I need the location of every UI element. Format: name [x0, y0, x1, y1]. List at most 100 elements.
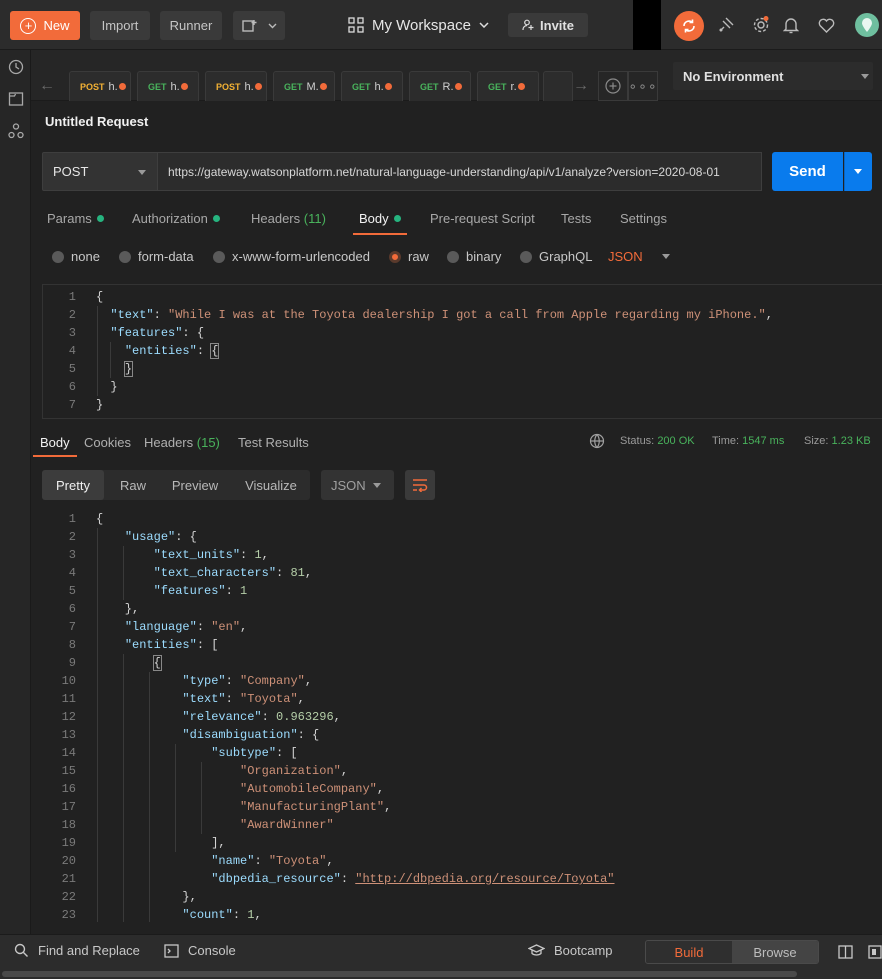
tab-method: POST — [80, 81, 105, 92]
sidebar-toggle-icon[interactable] — [868, 945, 882, 959]
request-tab[interactable]: GET h. — [341, 71, 403, 101]
build-mode-button[interactable]: Build — [646, 941, 732, 963]
tab-method: GET — [420, 81, 439, 92]
response-tab-test-results[interactable]: Test Results — [238, 435, 309, 450]
invite-button[interactable]: Invite — [508, 13, 588, 37]
request-tab[interactable]: GET M. — [273, 71, 335, 101]
globe-icon[interactable] — [589, 433, 605, 449]
response-body-viewer[interactable]: 1 2 3 4 5 6 7 8 9 10 11 12 13 14 15 16 1… — [31, 510, 882, 922]
radio-circle — [213, 250, 225, 263]
tab-settings[interactable]: Settings — [620, 211, 667, 226]
request-tab[interactable]: GET r. — [477, 71, 539, 101]
method-select[interactable]: POST — [42, 152, 158, 191]
apis-icon[interactable] — [7, 122, 25, 140]
bootcamp-button[interactable]: Bootcamp — [528, 943, 613, 958]
chevron-down-icon — [861, 74, 869, 79]
line-number: 1 — [68, 512, 76, 526]
line-number: 19 — [61, 836, 76, 850]
line-number: 6 — [68, 602, 76, 616]
body-mode-binary[interactable]: binary — [447, 249, 501, 264]
unsaved-dot — [319, 83, 327, 90]
notifications-bell-icon[interactable] — [781, 15, 801, 35]
avatar[interactable] — [855, 13, 879, 37]
response-time: Time: 1547 ms — [712, 435, 784, 447]
body-mode-form-data[interactable]: form-data — [119, 249, 194, 264]
response-tab-cookies[interactable]: Cookies — [84, 435, 131, 450]
response-headers-label: Headers — [144, 435, 194, 450]
unsaved-dot — [254, 83, 262, 90]
tab-params[interactable]: Params — [47, 211, 104, 226]
new-window-button[interactable] — [233, 11, 285, 40]
view-visualize[interactable]: Visualize — [234, 470, 308, 500]
chevron-down-icon — [268, 23, 276, 28]
method-label: POST — [53, 164, 89, 179]
request-tab[interactable]: POST h. — [205, 71, 267, 101]
add-tab-button[interactable] — [598, 71, 628, 101]
tab-params-label: Params — [47, 211, 92, 226]
request-tab[interactable]: GET h. — [137, 71, 199, 101]
time-label: Time: — [712, 435, 740, 447]
request-tab-overflow[interactable] — [543, 71, 573, 101]
import-button[interactable]: Import — [90, 11, 150, 40]
horizontal-scrollbar[interactable] — [2, 971, 797, 977]
view-preview[interactable]: Preview — [162, 470, 228, 500]
workspace-switcher[interactable]: My Workspace — [348, 14, 489, 36]
send-options-button[interactable] — [844, 152, 872, 191]
body-mode-none[interactable]: none — [52, 249, 100, 264]
active-tab-underline — [33, 455, 77, 457]
tab-method: GET — [148, 81, 167, 92]
new-button-label: New — [43, 18, 70, 33]
settings-gear-icon[interactable] — [751, 15, 771, 35]
tab-prerequest-script[interactable]: Pre-request Script — [430, 211, 535, 226]
response-tab-body[interactable]: Body — [40, 435, 70, 450]
request-tab[interactable]: POST h. — [69, 71, 131, 101]
view-pretty[interactable]: Pretty — [42, 470, 104, 500]
sync-button[interactable] — [674, 11, 704, 41]
arrow-left-icon[interactable]: ← — [39, 77, 55, 95]
body-mode-graphql[interactable]: GraphQL — [520, 249, 592, 264]
console-label: Console — [188, 943, 236, 958]
collections-icon[interactable] — [7, 90, 25, 108]
view-raw[interactable]: Raw — [108, 470, 158, 500]
heart-icon[interactable] — [816, 15, 836, 35]
history-icon[interactable] — [7, 58, 25, 76]
line-number: 14 — [61, 746, 76, 760]
tab-headers[interactable]: Headers (11) — [251, 211, 326, 226]
body-mode-urlencoded[interactable]: x-www-form-urlencoded — [213, 249, 370, 264]
line-number: 2 — [68, 308, 76, 322]
tab-body[interactable]: Body — [359, 211, 401, 226]
request-editor: Untitled Request POST https://gateway.wa… — [31, 101, 882, 934]
response-size: Size: 1.23 KB — [804, 435, 871, 447]
send-button[interactable]: Send — [772, 152, 843, 191]
two-pane-view-icon[interactable] — [838, 945, 853, 959]
response-tab-headers[interactable]: Headers (15) — [144, 435, 220, 450]
unsaved-dot — [180, 83, 188, 90]
tab-options-button[interactable]: ∘∘∘ — [628, 71, 658, 101]
find-replace-button[interactable]: Find and Replace — [14, 943, 140, 958]
tab-headers-label: Headers — [251, 211, 301, 226]
environment-select[interactable]: No Environment — [673, 62, 873, 90]
tab-tests[interactable]: Tests — [561, 211, 591, 226]
size-label: Size: — [804, 435, 829, 447]
tab-authorization-label: Authorization — [132, 211, 208, 226]
chevron-down-icon — [138, 170, 146, 175]
request-title[interactable]: Untitled Request — [45, 114, 148, 129]
line-number: 10 — [61, 674, 76, 688]
grid-icon — [348, 17, 364, 33]
arrow-right-icon[interactable]: → — [573, 77, 589, 95]
line-number: 18 — [61, 818, 76, 832]
url-input[interactable]: https://gateway.watsonplatform.net/natur… — [158, 152, 762, 191]
response-format-select[interactable]: JSON — [321, 470, 394, 500]
tab-authorization[interactable]: Authorization — [132, 211, 220, 226]
body-mode-raw[interactable]: raw — [389, 249, 429, 264]
satellite-icon[interactable] — [716, 15, 736, 35]
request-json-text: { "text": "While I was at the Toyota dea… — [96, 290, 773, 412]
new-button[interactable]: + New — [10, 11, 80, 40]
wrap-lines-button[interactable] — [405, 470, 435, 500]
runner-button[interactable]: Runner — [160, 11, 222, 40]
console-button[interactable]: Console — [164, 943, 236, 958]
body-format-select[interactable]: JSON — [608, 249, 670, 264]
line-number: 7 — [68, 398, 76, 412]
request-tab[interactable]: GET R. — [409, 71, 471, 101]
browse-mode-button[interactable]: Browse — [732, 941, 818, 963]
